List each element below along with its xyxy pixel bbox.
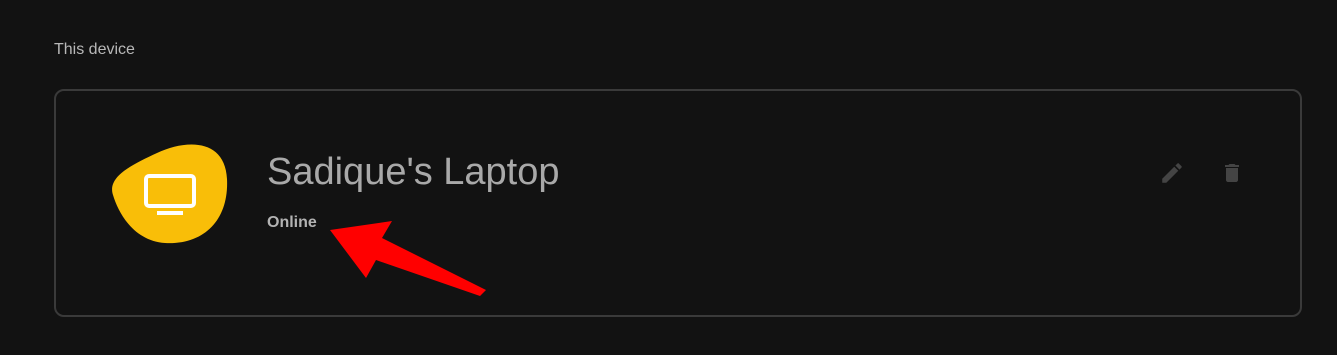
device-card: Sadique's Laptop Online xyxy=(54,89,1302,317)
edit-device-button[interactable] xyxy=(1156,157,1188,189)
monitor-icon xyxy=(144,174,196,215)
page: This device Sadique's Laptop Online xyxy=(0,0,1337,355)
delete-device-button[interactable] xyxy=(1216,157,1248,189)
section-title: This device xyxy=(54,41,135,58)
pencil-icon xyxy=(1162,163,1182,183)
trash-icon xyxy=(1225,164,1239,182)
device-status: Online xyxy=(267,214,317,231)
device-name: Sadique's Laptop xyxy=(267,151,560,193)
device-avatar xyxy=(105,139,229,249)
